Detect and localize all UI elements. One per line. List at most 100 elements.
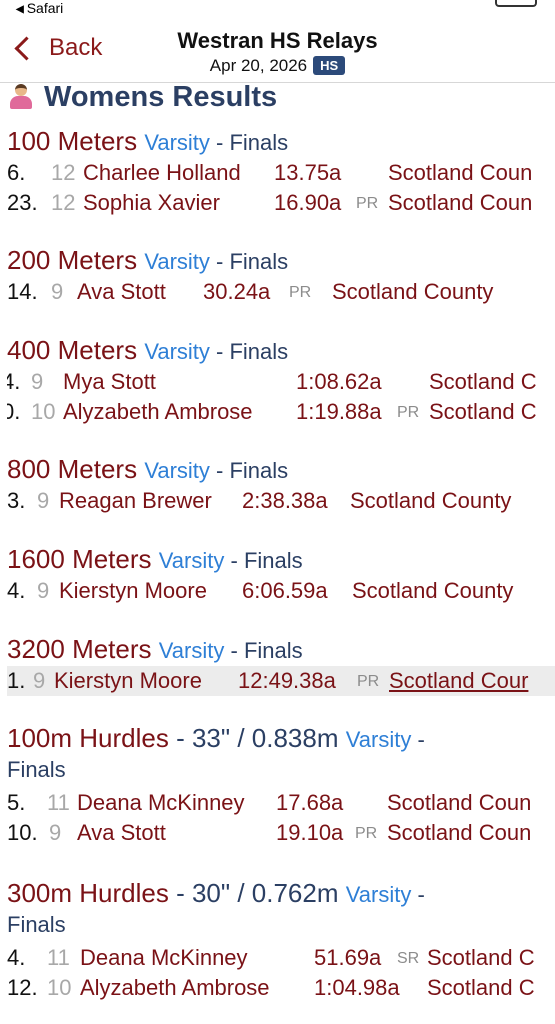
result-row[interactable]: 4. 11 Deana McKinney 51.69a SR Scotland … bbox=[7, 943, 555, 973]
result-mark: 30.24a bbox=[203, 279, 271, 304]
result-row[interactable]: 14. 9 Ava Stott 30.24a PR Scotland Count… bbox=[7, 277, 555, 307]
result-row[interactable]: 4. 9 Kierstyn Moore 6:06.59a Scotland Co… bbox=[7, 576, 555, 606]
meet-date: Apr 20, 2026 bbox=[209, 56, 308, 75]
event-level: Varsity bbox=[158, 638, 225, 663]
result-note: PR bbox=[355, 825, 378, 842]
event-title[interactable]: 100m Hurdles - 33" / 0.838m Varsity - bbox=[7, 723, 555, 755]
event-level: Varsity bbox=[144, 130, 210, 155]
result-place: 5. bbox=[7, 790, 26, 815]
result-row[interactable]: 3. 9 Reagan Brewer 2:38.38a Scotland Cou… bbox=[7, 486, 555, 516]
result-mark: 6:06.59a bbox=[242, 578, 328, 603]
athlete-name[interactable]: Charlee Holland bbox=[83, 160, 241, 186]
result-place: 14. bbox=[7, 279, 38, 304]
athlete-name[interactable]: Alyzabeth Ambrose bbox=[80, 975, 270, 1001]
result-mark: 13.75a bbox=[274, 160, 342, 185]
result-mark: 51.69a bbox=[314, 945, 382, 970]
result-place: 23. bbox=[7, 190, 38, 215]
result-note: PR bbox=[356, 195, 379, 212]
event-separator: - bbox=[224, 548, 244, 573]
result-grade: 9 bbox=[49, 820, 62, 845]
team-name[interactable]: Scotland C bbox=[429, 369, 537, 395]
team-name[interactable]: Scotland Coun bbox=[388, 190, 532, 216]
team-link[interactable]: Scotland Cour bbox=[389, 668, 528, 694]
athlete-name[interactable]: Alyzabeth Ambrose bbox=[63, 399, 253, 425]
athlete-name[interactable]: Sophia Xavier bbox=[83, 190, 220, 216]
athlete-name[interactable]: Reagan Brewer bbox=[59, 488, 212, 514]
result-note: SR bbox=[397, 950, 420, 967]
event-level: Varsity bbox=[144, 339, 210, 364]
result-grade: 9 bbox=[33, 668, 46, 693]
event-800-meters: 800 Meters Varsity - Finals 3. 9 Reagan … bbox=[7, 454, 555, 516]
result-row[interactable]: 12. 10 Alyzabeth Ambrose 1:04.98a Scotla… bbox=[7, 973, 555, 1003]
event-title[interactable]: 800 Meters Varsity - Finals bbox=[7, 454, 555, 486]
team-name[interactable]: Scotland County bbox=[352, 578, 513, 604]
event-400-meters: 400 Meters Varsity - Finals 4. 9 Mya Sto… bbox=[7, 335, 555, 427]
athlete-name[interactable]: Kierstyn Moore bbox=[54, 668, 202, 694]
event-title[interactable]: 200 Meters Varsity - Finals bbox=[7, 245, 555, 277]
event-level: Varsity bbox=[345, 727, 412, 752]
result-row[interactable]: 23. 12 Sophia Xavier 16.90a PR Scotland … bbox=[7, 188, 555, 218]
result-grade: 12 bbox=[51, 190, 76, 215]
result-grade: 9 bbox=[37, 488, 50, 513]
team-name[interactable]: Scotland County bbox=[350, 488, 511, 514]
result-mark: 1:04.98a bbox=[314, 975, 400, 1000]
return-app-label: Safari bbox=[26, 0, 64, 16]
team-name[interactable]: Scotland C bbox=[429, 399, 537, 425]
result-note: PR bbox=[289, 284, 312, 301]
result-grade: 11 bbox=[47, 945, 70, 970]
result-grade: 12 bbox=[51, 160, 76, 185]
event-title[interactable]: 300m Hurdles - 30" / 0.762m Varsity - bbox=[7, 878, 555, 910]
team-name[interactable]: Scotland Coun bbox=[388, 160, 532, 186]
event-300m-hurdles: 300m Hurdles - 30" / 0.762m Varsity - Fi… bbox=[7, 878, 555, 1003]
event-separator: - bbox=[224, 638, 244, 663]
event-title[interactable]: 400 Meters Varsity - Finals bbox=[7, 335, 555, 367]
team-name[interactable]: Scotland County bbox=[332, 279, 493, 305]
event-100-meters: 100 Meters Varsity - Finals 6. 12 Charle… bbox=[7, 126, 555, 218]
event-round: Finals bbox=[229, 458, 289, 483]
event-round: Finals bbox=[229, 249, 289, 274]
result-row[interactable]: 4. 9 Mya Stott 1:08.62a Scotland C bbox=[7, 367, 555, 397]
event-title[interactable]: 100 Meters Varsity - Finals bbox=[7, 126, 555, 158]
event-title[interactable]: 3200 Meters Varsity - Finals bbox=[7, 634, 555, 666]
event-separator: - bbox=[209, 130, 230, 155]
result-row-selected[interactable]: 1. 9 Kierstyn Moore 12:49.38a PR Scotlan… bbox=[7, 666, 555, 696]
event-1600-meters: 1600 Meters Varsity - Finals 4. 9 Kierst… bbox=[7, 544, 555, 606]
return-to-app[interactable]: ◀ Safari bbox=[16, 0, 63, 16]
result-mark: 1:19.88a bbox=[296, 399, 382, 424]
event-name: 3200 Meters bbox=[7, 634, 152, 664]
status-indicator bbox=[495, 0, 537, 7]
meet-title: Westran HS Relays bbox=[177, 28, 378, 53]
event-100m-hurdles: 100m Hurdles - 33" / 0.838m Varsity - Fi… bbox=[7, 723, 555, 848]
result-place: 3. bbox=[7, 488, 26, 513]
result-row[interactable]: 6. 12 Charlee Holland 13.75a Scotland Co… bbox=[7, 158, 555, 188]
event-200-meters: 200 Meters Varsity - Finals 14. 9 Ava St… bbox=[7, 245, 555, 307]
event-name: 1600 Meters bbox=[7, 544, 152, 574]
event-round: Finals bbox=[7, 757, 66, 782]
event-separator: - bbox=[209, 458, 230, 483]
team-name[interactable]: Scotland Coun bbox=[387, 790, 531, 816]
athlete-name[interactable]: Mya Stott bbox=[63, 369, 156, 395]
result-place: 4. bbox=[7, 369, 21, 394]
event-name: 100m Hurdles bbox=[7, 723, 169, 753]
team-name[interactable]: Scotland C bbox=[427, 945, 535, 971]
result-mark: 1:08.62a bbox=[296, 369, 382, 394]
athlete-name[interactable]: Deana McKinney bbox=[77, 790, 245, 816]
team-name[interactable]: Scotland Coun bbox=[387, 820, 531, 846]
event-title[interactable]: 1600 Meters Varsity - Finals bbox=[7, 544, 555, 576]
event-separator: - bbox=[411, 727, 425, 752]
section-title: Womens Results bbox=[44, 80, 278, 113]
athlete-name[interactable]: Ava Stott bbox=[77, 820, 166, 846]
result-row[interactable]: 10. 9 Ava Stott 19.10a PR Scotland Coun bbox=[7, 818, 555, 848]
event-round: Finals bbox=[243, 548, 303, 573]
athlete-name[interactable]: Deana McKinney bbox=[80, 945, 248, 971]
result-grade: 10 bbox=[31, 399, 56, 424]
event-name: 300m Hurdles bbox=[7, 878, 169, 908]
result-place: 0. bbox=[7, 399, 21, 424]
event-separator: - bbox=[209, 339, 230, 364]
event-level: Varsity bbox=[345, 882, 412, 907]
result-row[interactable]: 5. 11 Deana McKinney 17.68a Scotland Cou… bbox=[7, 788, 555, 818]
result-row[interactable]: 0. 10 Alyzabeth Ambrose 1:19.88a PR Scot… bbox=[7, 397, 555, 427]
athlete-name[interactable]: Kierstyn Moore bbox=[59, 578, 207, 604]
team-name[interactable]: Scotland C bbox=[427, 975, 535, 1001]
athlete-name[interactable]: Ava Stott bbox=[77, 279, 166, 305]
